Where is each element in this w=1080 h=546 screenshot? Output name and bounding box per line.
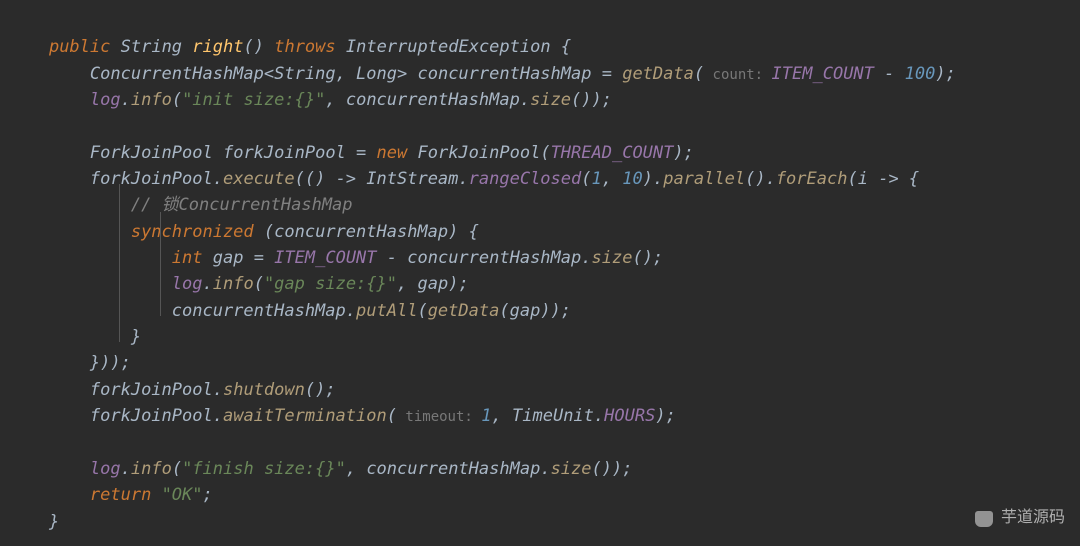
- watermark: 芋道源码: [975, 506, 1065, 531]
- code-line: public String right() throws Interrupted…: [8, 37, 571, 57]
- code-line: forkJoinPool.awaitTermination( timeout: …: [8, 406, 676, 426]
- code-line: log.info("finish size:{}", concurrentHas…: [8, 459, 632, 479]
- code-line: }: [8, 512, 59, 532]
- watermark-text: 芋道源码: [1001, 506, 1065, 531]
- code-line: }));: [8, 353, 131, 373]
- code-editor[interactable]: public String right() throws Interrupted…: [0, 8, 1080, 535]
- code-line: ForkJoinPool forkJoinPool = new ForkJoin…: [8, 143, 694, 163]
- code-line: return "OK";: [8, 485, 213, 505]
- code-line: log.info("gap size:{}", gap);: [8, 274, 469, 294]
- code-line: synchronized (concurrentHashMap) {: [8, 222, 479, 242]
- indent-guide: [160, 212, 161, 316]
- code-line: int gap = ITEM_COUNT - concurrentHashMap…: [8, 248, 663, 268]
- code-line: }: [8, 327, 141, 347]
- code-line: forkJoinPool.shutdown();: [8, 380, 336, 400]
- code-line: // 锁ConcurrentHashMap: [8, 195, 353, 215]
- code-line: log.info("init size:{}", concurrentHashM…: [8, 90, 612, 110]
- wechat-icon: [975, 511, 993, 527]
- code-line: forkJoinPool.execute(() -> IntStream.ran…: [8, 169, 919, 189]
- indent-guide: [119, 184, 120, 342]
- code-line: concurrentHashMap.putAll(getData(gap));: [8, 301, 571, 321]
- code-line: ConcurrentHashMap<String, Long> concurre…: [8, 64, 956, 84]
